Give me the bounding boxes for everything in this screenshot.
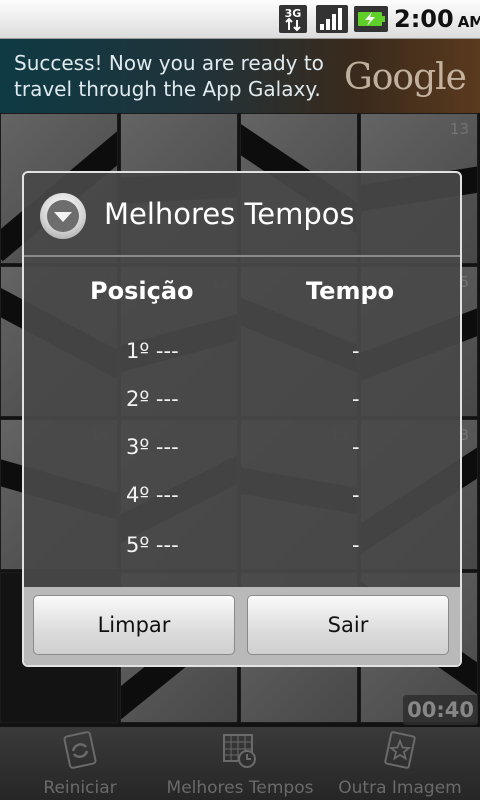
column-header-position: Posição bbox=[90, 277, 194, 305]
best-times-dialog: Melhores Tempos Posição Tempo 1º --- - 2… bbox=[22, 171, 462, 667]
status-bar: 3G 2:00 AM bbox=[0, 0, 480, 39]
options-menu: Reiniciar Melhores Tempos Outra Imagem bbox=[0, 727, 480, 800]
network-3g-icon: 3G bbox=[279, 5, 307, 33]
ranking-position: 2º --- bbox=[126, 387, 179, 411]
network-label: 3G bbox=[285, 7, 302, 20]
menu-label: Reiniciar bbox=[43, 778, 117, 798]
menu-label: Melhores Tempos bbox=[166, 778, 314, 798]
menu-item-best-times[interactable]: Melhores Tempos bbox=[160, 727, 320, 800]
menu-item-other-image[interactable]: Outra Imagem bbox=[320, 727, 480, 800]
ranking-position: 3º --- bbox=[126, 435, 179, 459]
ranking-position: 1º --- bbox=[126, 339, 179, 363]
dialog-header: Melhores Tempos bbox=[24, 173, 460, 257]
calendar-clock-icon bbox=[223, 734, 256, 768]
column-header-time: Tempo bbox=[306, 277, 395, 305]
ranking-time: - bbox=[352, 533, 360, 557]
ranking-time: - bbox=[352, 339, 360, 363]
dialog-footer: Limpar Sair bbox=[24, 587, 460, 665]
star-card-icon bbox=[384, 731, 416, 769]
ranking-time: - bbox=[352, 483, 360, 507]
signal-icon bbox=[316, 5, 348, 33]
ad-banner[interactable]: Success! Now you are ready to travel thr… bbox=[0, 39, 480, 113]
ranking-position: 4º --- bbox=[126, 483, 179, 507]
menu-label: Outra Imagem bbox=[338, 778, 462, 798]
clock: 2:00 AM bbox=[394, 5, 480, 33]
ranking-time: - bbox=[352, 387, 360, 411]
exit-button[interactable]: Sair bbox=[247, 595, 449, 655]
clock-time: 2:00 bbox=[394, 5, 454, 33]
chevron-down-circle-icon bbox=[40, 193, 86, 239]
dialog-title: Melhores Tempos bbox=[104, 197, 355, 231]
clear-button[interactable]: Limpar bbox=[33, 595, 235, 655]
ranking-position: 5º --- bbox=[126, 533, 179, 557]
shuffle-tiles-icon bbox=[63, 731, 97, 769]
battery-charging-icon bbox=[354, 6, 388, 32]
clock-ampm: AM bbox=[457, 13, 480, 31]
ad-text: Success! Now you are ready to travel thr… bbox=[14, 51, 324, 101]
menu-item-restart[interactable]: Reiniciar bbox=[0, 727, 160, 800]
ranking-time: - bbox=[352, 435, 360, 459]
google-logo: Google bbox=[344, 57, 467, 98]
